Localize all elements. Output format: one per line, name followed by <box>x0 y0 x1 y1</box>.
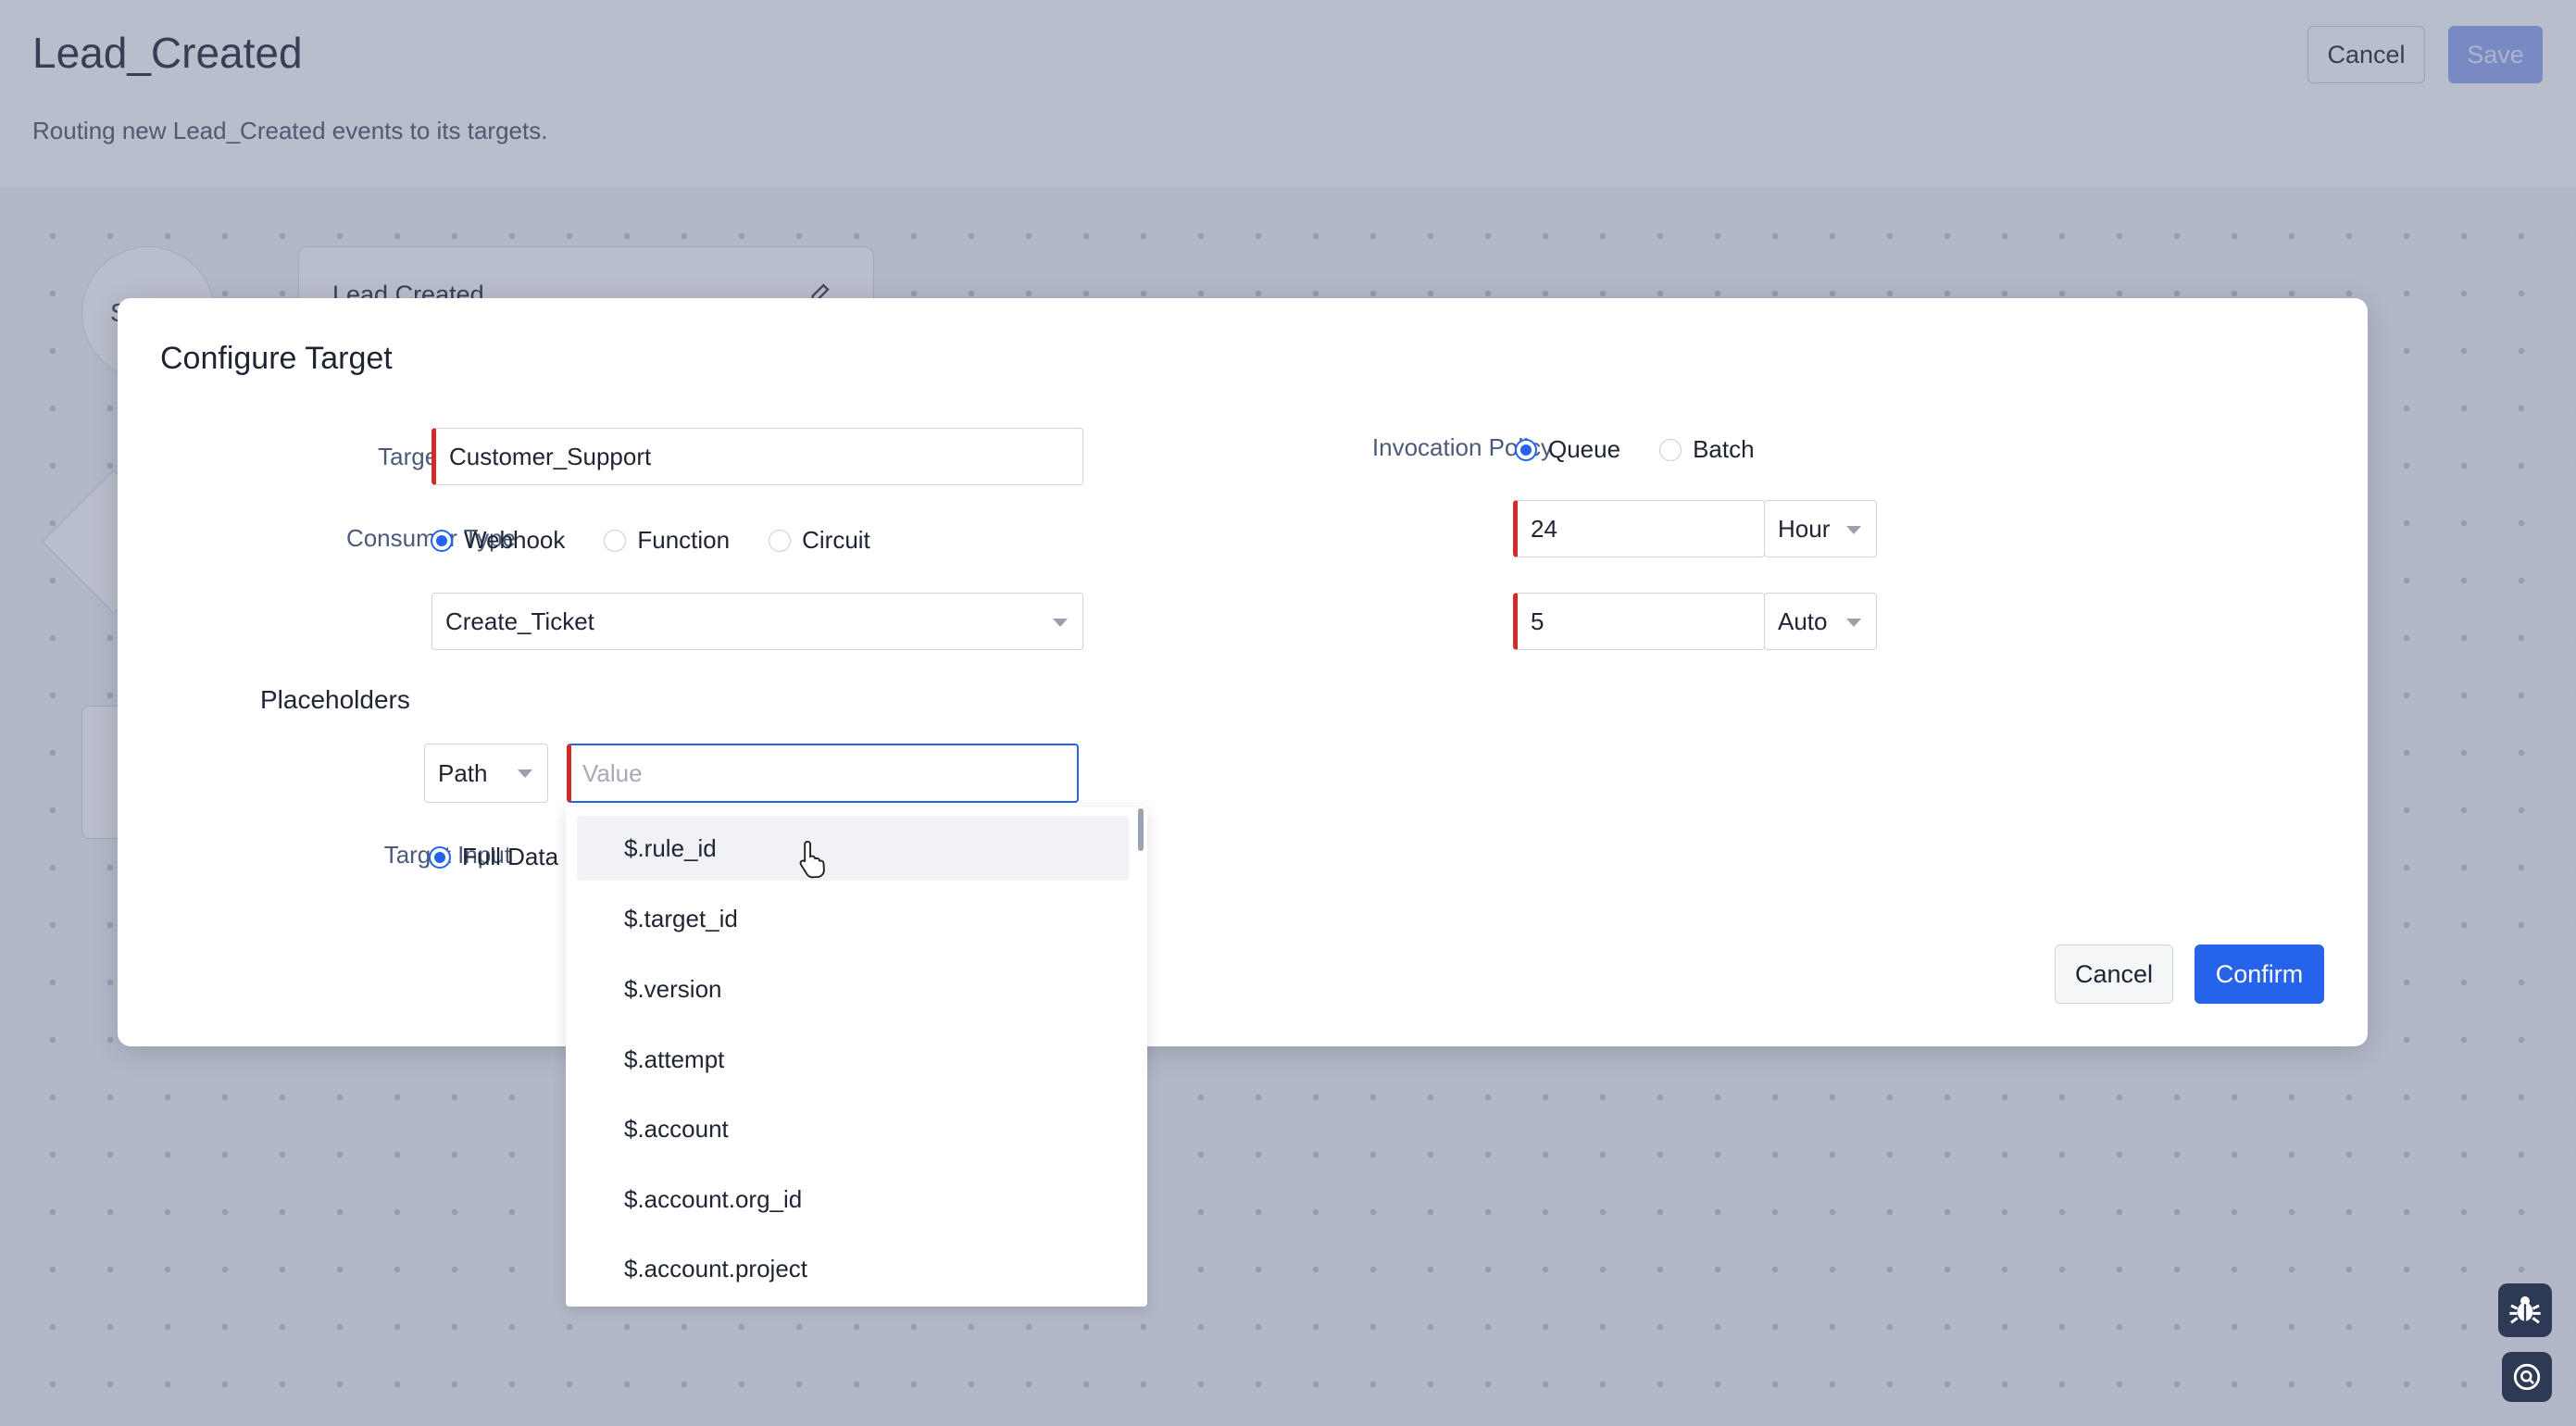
placeholder-source-select[interactable]: Path <box>424 744 548 803</box>
confirm-button[interactable]: Confirm <box>2195 944 2324 1004</box>
radio-unchecked-icon <box>1659 438 1682 461</box>
chevron-down-icon <box>1846 526 1861 534</box>
consumer-select[interactable]: Create_Ticket <box>431 593 1083 650</box>
placeholder-value-input[interactable]: Value <box>567 744 1079 803</box>
time-to-live-unit-value: Hour <box>1778 514 1831 543</box>
radio-queue-label: Queue <box>1548 435 1621 463</box>
retry-mode-value: Auto <box>1778 607 1828 635</box>
dropdown-option[interactable]: $.target_id <box>577 886 1129 951</box>
radio-webhook-label: Webhook <box>464 526 566 554</box>
dropdown-option[interactable]: $.account <box>577 1096 1129 1161</box>
radio-webhook[interactable]: Webhook <box>431 526 565 555</box>
radio-unchecked-icon <box>769 529 792 552</box>
dropdown-option[interactable]: $.attempt <box>577 1027 1129 1092</box>
radio-function[interactable]: Function <box>604 526 730 555</box>
radio-function-label: Function <box>637 526 731 554</box>
radio-unchecked-icon <box>604 529 627 552</box>
dropdown-option[interactable]: $.version <box>577 957 1129 1021</box>
retry-count-input[interactable]: 5 <box>1513 593 1765 650</box>
bug-report-button[interactable] <box>2498 1283 2552 1337</box>
radio-batch[interactable]: Batch <box>1659 435 1755 464</box>
bug-icon <box>2509 1296 2541 1324</box>
consumer-select-value: Create_Ticket <box>445 607 594 635</box>
dropdown-scrollbar[interactable] <box>1138 808 1144 851</box>
chevron-down-icon <box>518 769 532 778</box>
radio-circuit-label: Circuit <box>802 526 870 554</box>
time-to-live-unit-select[interactable]: Hour <box>1764 500 1877 557</box>
modal-title: Configure Target <box>160 341 393 376</box>
dropdown-option[interactable]: $.account.org_id <box>577 1167 1129 1232</box>
radio-checked-icon <box>429 845 451 869</box>
dropdown-option[interactable]: $.account.project <box>577 1236 1129 1301</box>
invocation-policy-radio-group: Queue Batch <box>1515 435 1794 464</box>
help-search-icon <box>2513 1363 2541 1391</box>
consumer-type-radio-group: Webhook Function Circuit <box>431 526 909 555</box>
chevron-down-icon <box>1846 619 1861 627</box>
placeholder-source-value: Path <box>438 758 488 787</box>
retry-mode-select[interactable]: Auto <box>1764 593 1877 650</box>
radio-full-data[interactable]: Full Data <box>429 843 558 871</box>
radio-checked-icon <box>1515 438 1537 461</box>
radio-batch-label: Batch <box>1693 435 1755 463</box>
configure-target-modal: Configure Target Target Name Customer_Su… <box>118 298 2368 1046</box>
invocation-policy-label: Invocation Policy <box>1371 433 1553 461</box>
radio-queue[interactable]: Queue <box>1515 435 1620 464</box>
placeholder-path-dropdown: $.rule_id $.target_id $.version $.attemp… <box>566 807 1147 1307</box>
target-name-input[interactable]: Customer_Support <box>431 428 1083 485</box>
dropdown-option[interactable]: $.rule_id <box>577 816 1129 881</box>
modal-cancel-button[interactable]: Cancel <box>2055 944 2173 1004</box>
help-button[interactable] <box>2502 1352 2552 1402</box>
radio-circuit[interactable]: Circuit <box>769 526 870 555</box>
pointer-cursor-icon <box>799 840 825 879</box>
radio-full-data-label: Full Data <box>462 843 559 870</box>
time-to-live-input[interactable]: 24 <box>1513 500 1765 557</box>
radio-checked-icon <box>431 529 453 552</box>
placeholders-title: Placeholders <box>260 685 410 714</box>
chevron-down-icon <box>1053 619 1068 627</box>
